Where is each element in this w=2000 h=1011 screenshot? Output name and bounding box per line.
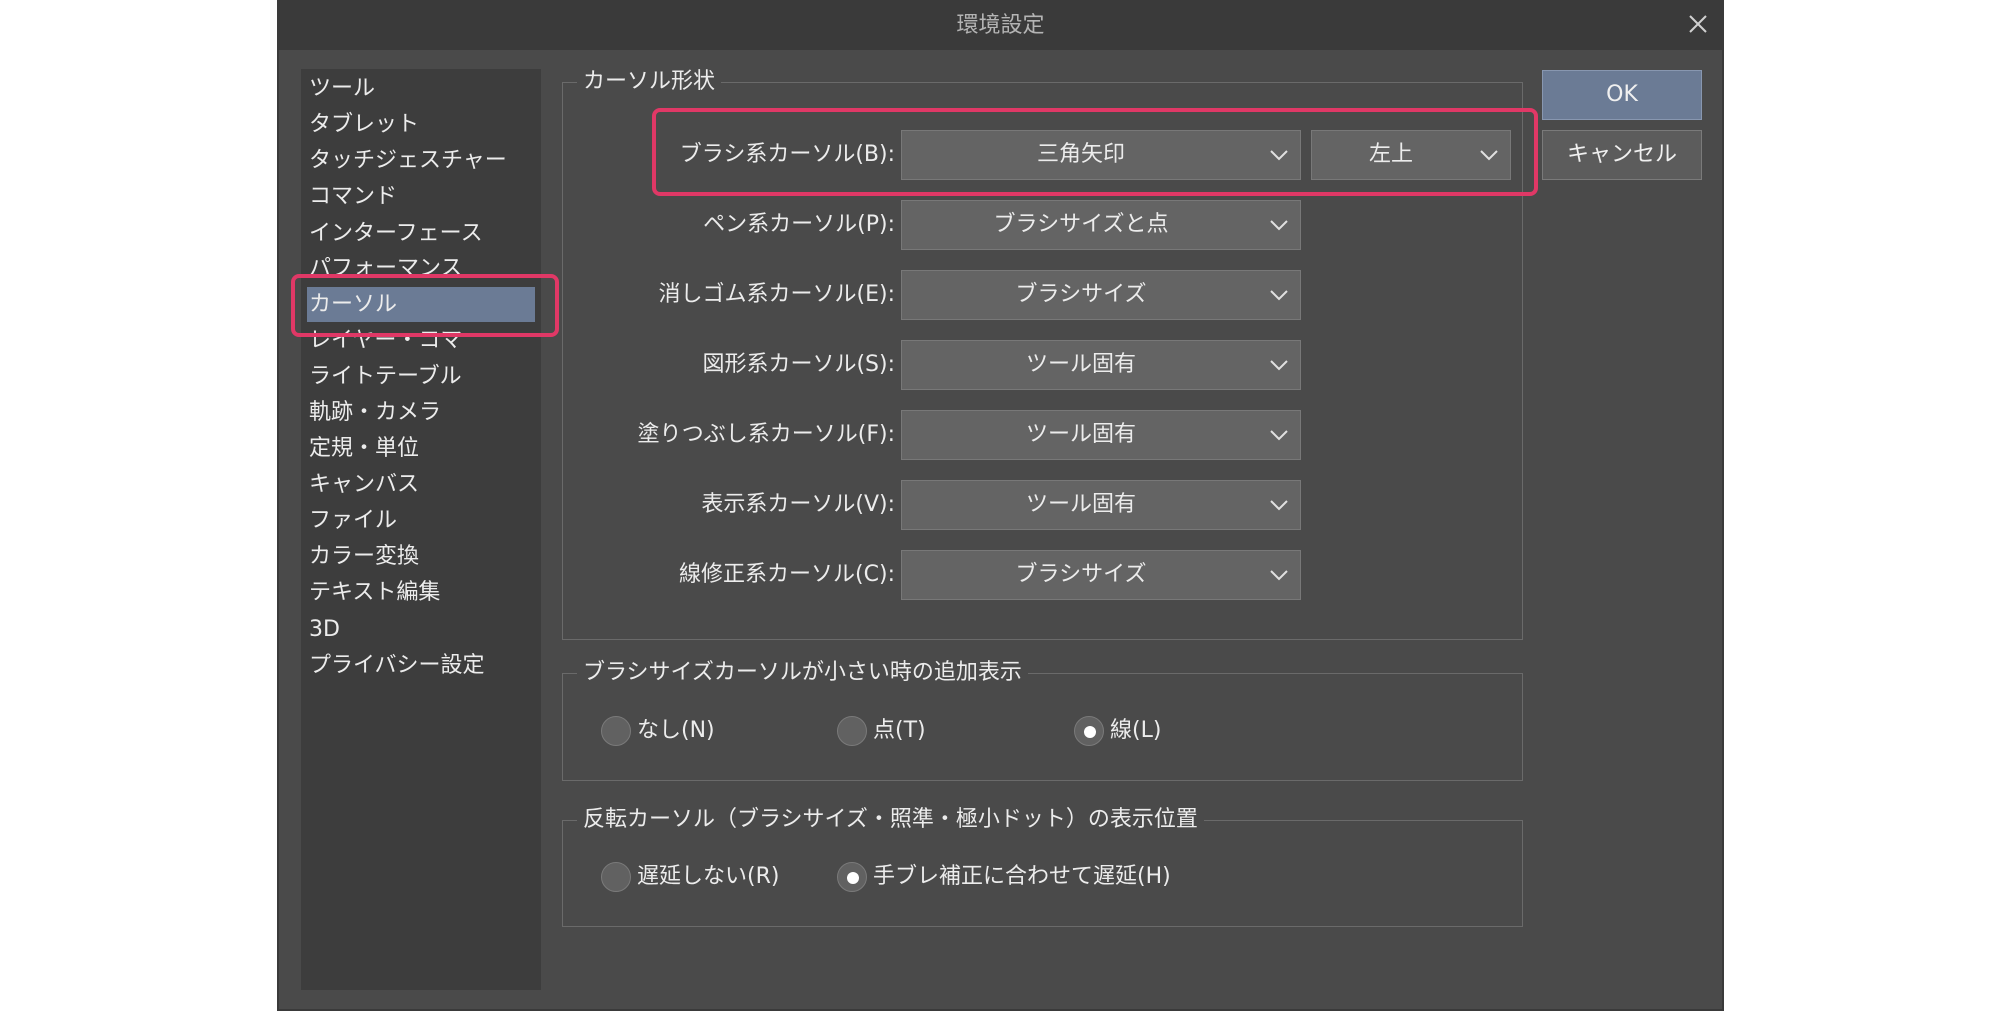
figure-cursor-select[interactable]: ツール固有	[901, 340, 1301, 390]
radio-dot[interactable]: 点(T)	[837, 713, 957, 749]
radio-none[interactable]: なし(N)	[601, 713, 721, 749]
radio-circle-checked	[837, 862, 867, 892]
pen-cursor-select[interactable]: ブラシサイズと点	[901, 200, 1301, 250]
category-sidebar: ツール タブレット タッチジェスチャー コマンド インターフェース パフォーマン…	[301, 69, 541, 990]
brush-cursor-position-value: 左上	[1368, 142, 1413, 167]
close-icon	[1689, 15, 1707, 33]
fill-cursor-value: ツール固有	[1025, 422, 1136, 447]
chevron-down-icon	[1270, 290, 1288, 301]
radio-selected-dot	[1084, 726, 1096, 738]
chevron-down-icon	[1480, 150, 1498, 161]
dialog-title: 環境設定	[956, 13, 1045, 38]
chevron-down-icon	[1270, 360, 1288, 371]
line-correction-cursor-label: 線修正系カーソル(C):	[679, 562, 895, 587]
radio-circle	[837, 716, 867, 746]
radio-no-delay-label: 遅延しない(R)	[637, 864, 780, 889]
view-cursor-value: ツール固有	[1025, 492, 1136, 517]
sidebar-item-path-camera[interactable]: 軌跡・カメラ	[307, 395, 535, 430]
chevron-down-icon	[1270, 570, 1288, 581]
figure-cursor-label: 図形系カーソル(S):	[702, 352, 895, 377]
figure-cursor-value: ツール固有	[1025, 352, 1136, 377]
eraser-cursor-value: ブラシサイズ	[1015, 282, 1147, 307]
radio-no-delay[interactable]: 遅延しない(R)	[601, 859, 791, 895]
preferences-dialog: 環境設定 ツール タブレット タッチジェスチャー コマンド インターフェース パ…	[277, 0, 1724, 1011]
radio-selected-dot	[847, 872, 859, 884]
ok-button[interactable]: OK	[1542, 70, 1702, 120]
radio-circle-checked	[1074, 716, 1104, 746]
radio-none-label: なし(N)	[637, 718, 715, 743]
small-cursor-title: ブラシサイズカーソルが小さい時の追加表示	[577, 658, 1028, 688]
radio-line-label: 線(L)	[1110, 718, 1162, 743]
line-correction-cursor-value: ブラシサイズ	[1015, 562, 1147, 587]
sidebar-item-command[interactable]: コマンド	[307, 179, 535, 214]
brush-cursor-label: ブラシ系カーソル(B):	[679, 142, 895, 167]
pen-cursor-label: ペン系カーソル(P):	[703, 212, 895, 237]
pen-cursor-value: ブラシサイズと点	[993, 212, 1169, 237]
sidebar-item-file[interactable]: ファイル	[307, 503, 535, 538]
sidebar-item-ruler-unit[interactable]: 定規・単位	[307, 431, 535, 466]
close-button[interactable]	[1682, 8, 1714, 40]
eraser-cursor-select[interactable]: ブラシサイズ	[901, 270, 1301, 320]
sidebar-item-layer-frame[interactable]: レイヤー・コマ	[307, 323, 535, 358]
sidebar-item-color-conversion[interactable]: カラー変換	[307, 539, 535, 574]
chevron-down-icon	[1270, 500, 1288, 511]
sidebar-item-tool[interactable]: ツール	[307, 71, 535, 106]
cancel-button[interactable]: キャンセル	[1542, 130, 1702, 180]
view-cursor-select[interactable]: ツール固有	[901, 480, 1301, 530]
sidebar-item-light-table[interactable]: ライトテーブル	[307, 359, 535, 394]
sidebar-item-tablet[interactable]: タブレット	[307, 107, 535, 142]
sidebar-item-3d[interactable]: 3D	[307, 612, 535, 647]
sidebar-item-touch-gesture[interactable]: タッチジェスチャー	[307, 143, 535, 178]
sidebar-item-canvas[interactable]: キャンバス	[307, 467, 535, 502]
chevron-down-icon	[1270, 430, 1288, 441]
sidebar-item-privacy[interactable]: プライバシー設定	[307, 648, 535, 683]
radio-delay-stabilization[interactable]: 手ブレ補正に合わせて遅延(H)	[837, 859, 1171, 895]
view-cursor-label: 表示系カーソル(V):	[701, 492, 895, 517]
sidebar-item-performance[interactable]: パフォーマンス	[307, 251, 535, 286]
radio-line[interactable]: 線(L)	[1074, 713, 1194, 749]
line-correction-cursor-select[interactable]: ブラシサイズ	[901, 550, 1301, 600]
brush-cursor-position-select[interactable]: 左上	[1311, 130, 1511, 180]
radio-circle	[601, 716, 631, 746]
radio-circle	[601, 862, 631, 892]
radio-delay-stabilization-label: 手ブレ補正に合わせて遅延(H)	[873, 864, 1171, 889]
sidebar-item-interface[interactable]: インターフェース	[307, 216, 535, 251]
eraser-cursor-label: 消しゴム系カーソル(E):	[658, 282, 895, 307]
radio-dot-label: 点(T)	[873, 718, 926, 743]
cursor-shape-title: カーソル形状	[577, 67, 722, 97]
sidebar-item-cursor[interactable]: カーソル	[307, 287, 535, 322]
sidebar-item-text-editing[interactable]: テキスト編集	[307, 575, 535, 610]
fill-cursor-select[interactable]: ツール固有	[901, 410, 1301, 460]
reverse-cursor-title: 反転カーソル（ブラシサイズ・照準・極小ドット）の表示位置	[577, 805, 1204, 835]
chevron-down-icon	[1270, 150, 1288, 161]
title-bar: 環境設定	[279, 2, 1722, 50]
fill-cursor-label: 塗りつぶし系カーソル(F):	[637, 422, 895, 447]
brush-cursor-value: 三角矢印	[1036, 142, 1125, 167]
brush-cursor-select[interactable]: 三角矢印	[901, 130, 1301, 180]
chevron-down-icon	[1270, 220, 1288, 231]
